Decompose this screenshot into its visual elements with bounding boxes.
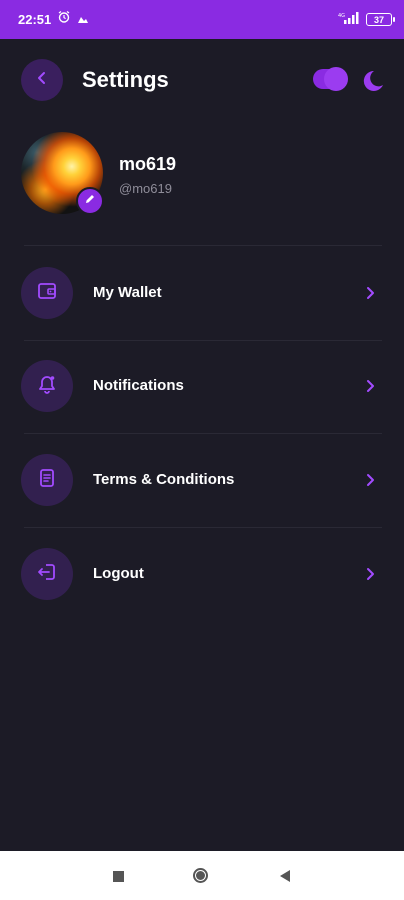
bell-icon bbox=[36, 373, 58, 400]
chevron-right-icon bbox=[364, 285, 378, 301]
battery-indicator: 37 bbox=[366, 13, 395, 26]
divider bbox=[24, 433, 382, 434]
divider bbox=[24, 340, 382, 341]
system-nav-bar bbox=[0, 851, 404, 900]
profile-section: mo619 @mo619 bbox=[0, 130, 404, 220]
menu-item-label: My Wallet bbox=[93, 284, 162, 301]
status-time: 22:51 bbox=[18, 12, 52, 27]
home-icon bbox=[196, 871, 205, 880]
menu-icon-bg bbox=[21, 548, 73, 600]
header: Settings bbox=[0, 58, 404, 102]
system-back-button[interactable] bbox=[280, 870, 290, 882]
moon-icon[interactable] bbox=[359, 68, 385, 94]
svg-text:4G: 4G bbox=[338, 13, 345, 19]
chevron-right-icon bbox=[364, 472, 378, 488]
document-icon bbox=[36, 467, 58, 494]
menu-item-label: Notifications bbox=[93, 377, 184, 394]
status-right: 4G 37 bbox=[338, 11, 395, 29]
menu-item-label: Logout bbox=[93, 565, 144, 582]
divider bbox=[24, 527, 382, 528]
edit-avatar-button[interactable] bbox=[76, 187, 104, 215]
app-notification-icon bbox=[77, 11, 89, 29]
recents-button[interactable] bbox=[113, 871, 124, 882]
status-left: 22:51 bbox=[18, 10, 89, 29]
chevron-right-icon bbox=[364, 378, 378, 394]
home-button[interactable] bbox=[193, 868, 208, 883]
divider bbox=[24, 245, 382, 246]
chevron-right-icon bbox=[364, 566, 378, 582]
menu-icon-bg bbox=[21, 454, 73, 506]
menu-icon-bg bbox=[21, 267, 73, 319]
alarm-clock-icon bbox=[57, 10, 71, 29]
pencil-icon bbox=[84, 192, 96, 210]
battery-level: 37 bbox=[373, 14, 384, 25]
menu-item-notifications[interactable]: Notifications bbox=[0, 352, 404, 420]
menu-item-my-wallet[interactable]: My Wallet bbox=[0, 259, 404, 327]
signal-icon: 4G bbox=[338, 11, 360, 29]
menu-item-label: Terms & Conditions bbox=[93, 471, 235, 488]
logout-icon bbox=[36, 561, 58, 588]
page-title: Settings bbox=[82, 67, 169, 92]
user-name: mo619 bbox=[119, 154, 177, 174]
theme-toggle[interactable] bbox=[313, 67, 348, 91]
menu-item-logout[interactable]: Logout bbox=[0, 540, 404, 608]
back-button[interactable] bbox=[21, 59, 63, 101]
toggle-knob bbox=[324, 67, 348, 91]
chevron-left-icon bbox=[35, 71, 49, 90]
status-bar: 22:51 4G 37 bbox=[0, 0, 404, 39]
menu-item-terms[interactable]: Terms & Conditions bbox=[0, 446, 404, 514]
menu-icon-bg bbox=[21, 360, 73, 412]
wallet-icon bbox=[36, 280, 58, 307]
user-handle: @mo619 bbox=[119, 181, 172, 196]
